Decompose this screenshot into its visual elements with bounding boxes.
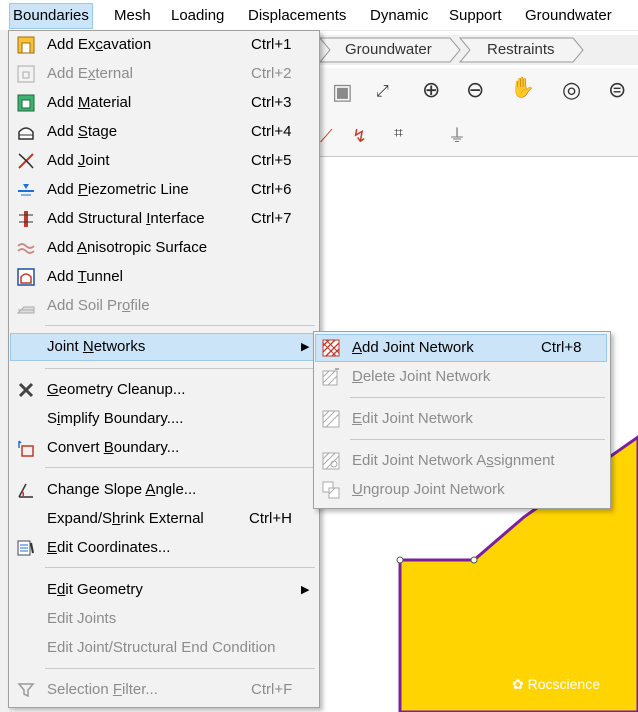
menu-separator	[45, 668, 315, 669]
watermark: ✿ Rocscience	[512, 676, 600, 692]
tools-icon	[18, 382, 34, 398]
zoom-previous-icon[interactable]: ⊜	[608, 78, 626, 102]
zoom-window-icon[interactable]: ◎	[562, 78, 581, 102]
menu-item-delete-joint-network[interactable]: Delete Joint Network	[316, 364, 606, 390]
delete-vertex-icon[interactable]: ⌗	[394, 122, 403, 146]
menu-item-selection-filter[interactable]: Selection Filter... Ctrl+F	[11, 677, 317, 703]
menu-item-add-joint[interactable]: Add Joint Ctrl+5	[11, 148, 317, 174]
tab-restraints[interactable]: Restraints	[487, 37, 555, 63]
menu-item-add-stage[interactable]: Add Stage Ctrl+4	[11, 119, 317, 145]
menu-item-add-external[interactable]: Add External Ctrl+2	[11, 61, 317, 87]
menu-separator	[45, 467, 315, 468]
excavation-icon	[17, 36, 35, 54]
submenu-arrow-icon: ▶	[301, 584, 310, 596]
menu-item-add-excavation[interactable]: Add Excavation Ctrl+1	[11, 32, 317, 58]
menu-groundwater[interactable]: Groundwater	[525, 6, 612, 26]
material-icon	[17, 94, 35, 112]
joint-icon	[18, 153, 34, 169]
menu-item-edit-joint-network[interactable]: Edit Joint Network	[316, 406, 606, 432]
menu-separator	[350, 439, 605, 440]
filter-icon	[17, 683, 35, 698]
menu-separator	[350, 397, 605, 398]
menu-item-add-joint-network[interactable]: Add Joint Network Ctrl+8	[315, 334, 607, 362]
menu-dynamic[interactable]: Dynamic	[370, 6, 428, 26]
menu-separator	[45, 325, 315, 326]
menu-item-joint-networks[interactable]: Joint Networks ▶	[10, 333, 318, 361]
menu-item-add-soil-profile[interactable]: Add Soil Profile	[11, 293, 317, 319]
view-toolbar: ▣ ⤢ ⊕ ⊖ ✋ ◎ ⊜	[318, 68, 638, 121]
menu-loading[interactable]: Loading	[171, 6, 224, 26]
submenu-arrow-icon: ▶	[301, 341, 310, 353]
menu-bar: Boundaries Mesh Loading Displacements Dy…	[0, 0, 638, 31]
menu-item-geometry-cleanup[interactable]: Geometry Cleanup...	[11, 377, 317, 403]
menu-item-add-piezometric-line[interactable]: Add Piezometric Line Ctrl+6	[11, 177, 317, 203]
slope-angle-icon	[18, 483, 33, 498]
menu-item-expand-shrink-external[interactable]: Expand/Shrink External Ctrl+H	[11, 506, 317, 532]
menu-item-add-tunnel[interactable]: Add Tunnel	[11, 264, 317, 290]
soil-profile-icon	[17, 306, 35, 314]
menu-item-add-anisotropic-surface[interactable]: Add Anisotropic Surface	[11, 235, 317, 261]
add-vertex-icon[interactable]: ⟋	[320, 124, 333, 148]
menu-item-add-structural-interface[interactable]: Add Structural Interface Ctrl+7	[11, 206, 317, 232]
workflow-bar: Groundwater Restraints	[318, 35, 638, 65]
edit-joint-network-icon	[322, 410, 340, 428]
delete-joint-network-icon	[322, 368, 339, 386]
menu-boundaries[interactable]: Boundaries	[9, 3, 93, 29]
selection-filter-icon[interactable]: ⏚	[448, 124, 466, 148]
screenshot-icon[interactable]: ▣	[332, 80, 353, 104]
menu-separator	[45, 567, 315, 568]
menu-item-edit-coordinates[interactable]: Edit Coordinates...	[11, 535, 317, 561]
edit-toolbar: ⟋ ↯ ⌗ ⏚	[318, 120, 638, 157]
zoom-extents-icon[interactable]: ⤢	[376, 80, 389, 104]
menu-mesh[interactable]: Mesh	[114, 6, 151, 26]
menu-item-simplify-boundary[interactable]: Simplify Boundary....	[11, 406, 317, 432]
add-joint-network-icon	[322, 339, 340, 357]
menu-item-add-material[interactable]: Add Material Ctrl+3	[11, 90, 317, 116]
tunnel-icon	[17, 268, 35, 286]
ungroup-joint-network-icon	[322, 481, 340, 499]
structural-interface-icon	[19, 211, 33, 227]
menu-item-edit-geometry[interactable]: Edit Geometry ▶	[11, 577, 317, 603]
joint-network-assignment-icon	[322, 452, 340, 470]
boundaries-menu: Add Excavation Ctrl+1 Add External Ctrl+…	[8, 30, 320, 708]
piezometric-line-icon	[18, 184, 34, 196]
menu-item-edit-joint-network-assignment[interactable]: Edit Joint Network Assignment	[316, 448, 606, 474]
menu-displacements[interactable]: Displacements	[248, 6, 346, 26]
external-icon	[17, 65, 35, 83]
zoom-out-icon[interactable]: ⊖	[466, 78, 484, 102]
move-vertex-icon[interactable]: ↯	[352, 124, 367, 148]
menu-separator	[45, 368, 315, 369]
tab-groundwater[interactable]: Groundwater	[345, 37, 432, 63]
convert-boundary-icon	[18, 440, 34, 457]
menu-item-ungroup-joint-network[interactable]: Ungroup Joint Network	[316, 477, 606, 503]
zoom-in-icon[interactable]: ⊕	[422, 78, 440, 102]
menu-item-edit-joint-structural-end-condition[interactable]: Edit Joint/Structural End Condition	[11, 635, 317, 661]
joint-networks-submenu: Add Joint Network Ctrl+8 Delete Joint Ne…	[313, 331, 611, 509]
anisotropic-surface-icon	[17, 243, 35, 254]
menu-item-convert-boundary[interactable]: Convert Boundary...	[11, 435, 317, 461]
edit-coordinates-icon	[17, 540, 34, 556]
menu-item-edit-joints[interactable]: Edit Joints	[11, 606, 317, 632]
menu-support[interactable]: Support	[449, 6, 502, 26]
menu-item-change-slope-angle[interactable]: Change Slope Angle...	[11, 477, 317, 503]
pan-icon[interactable]: ✋	[510, 76, 535, 100]
stage-icon	[18, 127, 34, 140]
